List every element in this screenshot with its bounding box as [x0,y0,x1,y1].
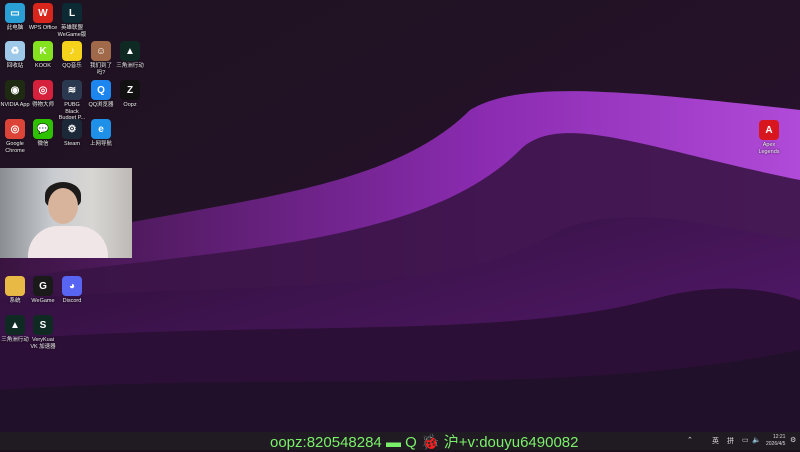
desktop-icon[interactable]: K KOOK [28,41,58,70]
desktop-icon-label: 上网导航 [89,141,112,147]
desktop-icon[interactable]: Q QQ浏览器 [86,80,116,109]
desktop-icon-label: 三角洲行动 [1,337,29,343]
desktop-icon-label: 得物大师 [31,102,54,108]
desktop-icon-label: Google Chrome [5,141,25,154]
desktop-icon[interactable]: 系统 [0,276,30,305]
desktop-icon[interactable]: ◉ NVIDIA App [0,80,30,109]
clock-time: 12:21 [772,434,786,440]
apex-icon: A [759,120,779,140]
chrome-icon: ◎ [5,119,25,139]
desktop-icon-label: 三角洲行动 [116,63,144,69]
clock[interactable]: 12:21 2026/4/5 [766,434,785,448]
desktop-icon-label: WPS Office [28,25,58,31]
qq-browser-icon: Q [91,80,111,100]
lol-icon: L [62,3,82,23]
desktop-icon[interactable]: S VeryKuai VK 加速器 [28,315,58,350]
desktop-icon[interactable]: W WPS Office [28,3,58,32]
desktop-icon[interactable]: ☺ 我们到了吗? [86,41,116,76]
desktop-icon[interactable]: ▲ 三角洲行动 [0,315,30,344]
stream-overlay-text: oopz:820548284 ▬ Q 🐞 沪+v:douyu6490082 [270,434,579,451]
kook-icon: K [33,41,53,61]
monitor-icon: ▭ [5,3,25,23]
qq-music-icon: ♪ [62,41,82,61]
wechat-icon: 💬 [33,119,53,139]
desktop-icon[interactable]: ◕ Discord [57,276,87,305]
desktop-icon[interactable]: Z Oopz [115,80,145,109]
desktop-icon-label: KOOK [35,63,51,69]
verykuai-icon: S [33,315,53,335]
app-icon: ◎ [33,80,53,100]
desktop-icon-label: 系统 [9,298,21,304]
recycle-bin-icon: ♻ [5,41,25,61]
desktop-icon[interactable]: ≋ PUBG Black Budget P... [57,80,87,122]
desktop-icon[interactable]: G WeGame [28,276,58,305]
desktop-icon-label: NVIDIA App [0,102,30,108]
nvidia-icon: ◉ [5,80,25,100]
volume-icon[interactable]: 🔈 [752,436,761,444]
desktop-icon-label: 我们到了吗? [89,63,112,76]
desktop-icon[interactable]: e 上网导航 [86,119,116,148]
network-icon[interactable]: ▭ [742,436,749,444]
desktop-icon-label: 英雄联盟 WeGame版 [57,25,87,38]
pubg-icon: ≋ [62,80,82,100]
desktop-icon-label: QQ浏览器 [88,102,114,108]
desktop-icon[interactable]: ◎ 得物大师 [28,80,58,109]
desktop-icon[interactable]: ⚙ Steam [57,119,87,148]
desktop-icon[interactable]: ▭ 此电脑 [0,3,30,32]
desktop-icon-label: 回收站 [6,63,24,69]
ime-pinyin[interactable]: 拼 [727,436,734,446]
desktop-icon-label: VeryKuai VK 加速器 [30,337,56,350]
game-icon: ☺ [91,41,111,61]
desktop-icon[interactable]: ◎ Google Chrome [0,119,30,154]
oopz-icon: Z [120,80,140,100]
clock-date: 2026/4/5 [766,441,786,447]
folder-icon [5,276,25,296]
chevron-up-icon[interactable]: ⌃ [687,436,693,444]
desktop-icon[interactable]: L 英雄联盟 WeGame版 [57,3,87,38]
desktop-icon-label: 微信 [37,141,49,147]
steam-icon: ⚙ [62,119,82,139]
desktop-icon-label: Apex Legends [758,142,780,155]
wegame-icon: G [33,276,53,296]
wps-icon: W [33,3,53,23]
notification-icon[interactable]: ⚙ [790,436,796,444]
ie-icon: e [91,119,111,139]
discord-icon: ◕ [62,276,82,296]
desktop-icon-label: Discord [62,298,82,304]
desktop-icon-label: QQ音乐 [62,63,82,69]
desktop-icon[interactable]: A Apex Legends [754,120,784,155]
desktop-icon-label: 此电脑 [6,25,24,31]
desktop-icon[interactable]: ♻ 回收站 [0,41,30,70]
delta-force-icon: ▲ [5,315,25,335]
desktop-icon-label: Steam [64,141,80,147]
delta-force-icon: ▲ [120,41,140,61]
desktop-icon[interactable]: 💬 微信 [28,119,58,148]
desktop-icon-label: Oopz [123,102,137,108]
desktop-icon[interactable]: ▲ 三角洲行动 [115,41,145,70]
webcam-overlay [0,168,132,258]
ime-mode[interactable]: 英 [712,436,719,446]
desktop-icon-label: WeGame [31,298,55,304]
desktop-icon[interactable]: ♪ QQ音乐 [57,41,87,70]
